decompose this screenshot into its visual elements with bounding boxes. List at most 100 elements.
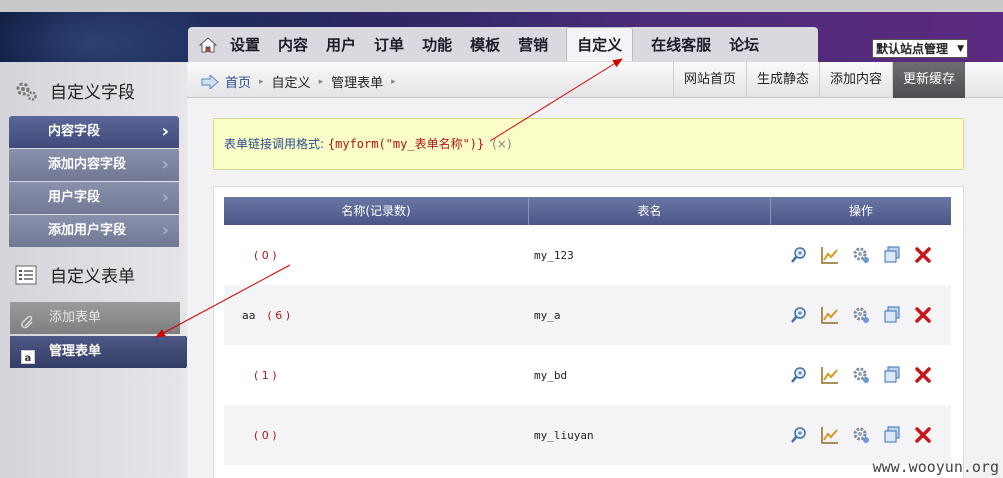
sidebar-item-manage-forms[interactable]: a 管理表单 [10,336,198,368]
nav-item-orders[interactable]: 订单 [374,34,404,55]
chart-edit-icon[interactable] [821,366,839,384]
table-row: ( 0 ) my_liuyan [224,405,951,465]
sidebar-item-label: 内容字段 [48,124,101,139]
chart-edit-icon[interactable] [821,426,839,444]
sidebar-item-content-fields[interactable]: 内容字段 › [9,116,179,148]
delete-icon[interactable] [914,366,932,384]
sidebar: 自定义字段 内容字段 › 添加内容字段 › 用户字段 › 添加用户字段 › 自定义表单 … [0,62,198,478]
cell-actions [771,426,951,444]
cell-table-name: my_123 [534,248,574,262]
cell-actions [771,366,951,384]
breadcrumb-bar: 首页 ▸ 自定义 ▸ 管理表单 ▸ 网站首页 生成静态 添加内容 更新缓存 [187,62,1003,98]
nav-item-content[interactable]: 内容 [278,34,308,55]
paperclip-icon [21,311,35,329]
custom-fields-title: 自定义字段 [50,83,135,103]
copy-icon[interactable] [883,366,901,384]
sidebar-item-label: 添加内容字段 [48,157,127,172]
delete-icon[interactable] [914,426,932,444]
form-letter-icon: a [21,345,35,364]
cell-name: ( 0 ) [224,249,529,262]
nav-item-custom[interactable]: 自定义 [566,26,634,61]
chart-edit-icon[interactable] [821,306,839,324]
record-count: ( 0 ) [254,248,277,262]
gear-icon[interactable] [852,306,870,324]
update-cache-button[interactable]: 更新缓存 [891,62,965,98]
notice-close-button[interactable]: (×) [492,137,511,151]
magnifier-icon[interactable] [790,246,808,264]
breadcrumb-separator: ▸ [259,76,264,87]
nav-item-marketing[interactable]: 营销 [518,34,548,55]
quick-actions: 网站首页 生成静态 添加内容 更新缓存 [672,62,965,98]
copy-icon[interactable] [883,426,901,444]
form-link-notice: 表单链接调用格式: {myform("my_表单名称")} (×) [213,118,964,170]
nav-item-users[interactable]: 用户 [326,34,356,55]
main-content: 表单链接调用格式: {myform("my_表单名称")} (×) 名称(记录数… [187,98,1003,478]
cell-name: ( 1 ) [224,369,529,382]
magnifier-icon[interactable] [790,426,808,444]
header: 设置 内容 用户 订单 功能 模板 营销 自定义 在线客服 论坛 默认站点管理 … [0,12,1003,62]
sidebar-item-add-user-field[interactable]: 添加用户字段 › [9,215,179,247]
custom-fields-heading: 自定义字段 [14,78,135,103]
chevron-right-icon: › [161,121,169,142]
site-home-button[interactable]: 网站首页 [672,62,746,98]
magnifier-icon[interactable] [790,306,808,324]
generate-static-button[interactable]: 生成静态 [745,62,819,98]
cell-actions [771,306,951,324]
sidebar-item-label: 添加表单 [49,310,102,325]
nav-item-online-service[interactable]: 在线客服 [651,34,711,55]
sidebar-item-user-fields[interactable]: 用户字段 › [9,182,179,214]
breadcrumb-custom[interactable]: 自定义 [272,72,311,91]
chart-edit-icon[interactable] [821,246,839,264]
table-row: aa ( 6 ) my_a [224,285,951,345]
custom-forms-heading: 自定义表单 [14,262,135,287]
breadcrumb-separator: ▸ [391,76,396,87]
gear-icon[interactable] [852,366,870,384]
delete-icon[interactable] [914,306,932,324]
notice-label: 表单链接调用格式: [224,137,325,151]
table-row: ( 0 ) my_123 [224,225,951,285]
main-nav: 设置 内容 用户 订单 功能 模板 营销 自定义 在线客服 论坛 [188,26,818,62]
magnifier-icon[interactable] [790,366,808,384]
copy-icon[interactable] [883,246,901,264]
cell-name: aa ( 6 ) [224,309,529,322]
nav-item-templates[interactable]: 模板 [470,34,500,55]
col-actions-header: 操作 [848,204,873,218]
breadcrumb-home[interactable]: 首页 [225,72,251,91]
forms-table-panel: 名称(记录数) 表名 操作 ( 0 ) my_123aa ( 6 ) my_a ( 1 … [213,186,964,478]
col-name-header: 名称(记录数) [224,197,529,225]
sidebar-item-add-form[interactable]: 添加表单 [10,302,180,334]
gear-icon[interactable] [852,246,870,264]
custom-fields-menu: 内容字段 › 添加内容字段 › 用户字段 › 添加用户字段 › [9,116,179,248]
breadcrumb-separator: ▸ [318,76,324,87]
delete-icon[interactable] [914,246,932,264]
custom-forms-title: 自定义表单 [50,267,135,287]
form-list-icon [14,263,38,287]
site-select[interactable]: 默认站点管理 ▼ [872,39,968,58]
chevron-right-icon: › [161,220,169,241]
nav-item-settings[interactable]: 设置 [230,34,260,55]
table-header: 名称(记录数) 表名 操作 [224,197,951,225]
breadcrumb-manage-forms: 管理表单 [331,76,384,91]
form-name: aa [242,308,256,322]
site-select-value: 默认站点管理 [876,42,949,56]
nav-item-forum[interactable]: 论坛 [729,34,759,55]
breadcrumb: 首页 ▸ 自定义 ▸ 管理表单 ▸ [201,72,404,91]
table-row: ( 1 ) my_bd [224,345,951,405]
cell-table-name: my_a [534,308,561,322]
copy-icon[interactable] [883,306,901,324]
sidebar-item-label: 管理表单 [49,344,102,359]
sidebar-item-label: 用户字段 [48,190,101,205]
add-content-button[interactable]: 添加内容 [818,62,892,98]
header-glow [0,12,220,62]
sidebar-item-label: 添加用户字段 [48,223,127,238]
top-strip [0,0,1003,12]
watermark: www.wooyun.org [872,458,999,476]
home-icon[interactable] [198,35,218,55]
cell-name: ( 0 ) [224,429,529,442]
sidebar-item-add-content-field[interactable]: 添加内容字段 › [9,149,179,181]
gear-icon[interactable] [852,426,870,444]
record-count: ( 6 ) [267,308,291,322]
cell-actions [771,246,951,264]
chevron-right-icon: › [161,154,169,175]
nav-item-functions[interactable]: 功能 [422,34,452,55]
